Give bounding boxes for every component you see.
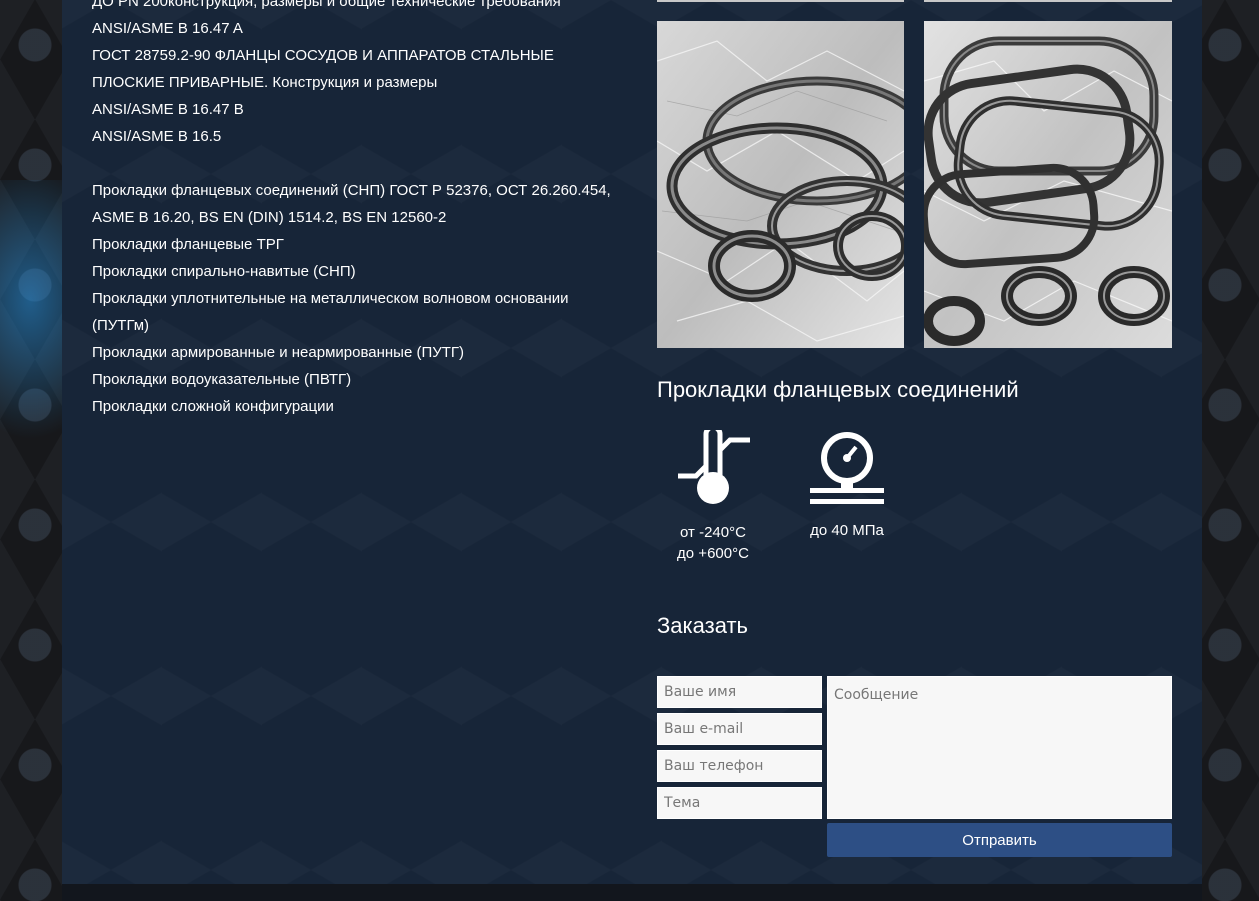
text-line: ANSI/ASME B 16.5 [92, 128, 222, 145]
email-field[interactable] [657, 713, 822, 745]
text-line: (ПУТГм) [92, 317, 150, 334]
message-field[interactable] [827, 676, 1172, 819]
footer-band [62, 884, 1202, 901]
phone-field[interactable] [657, 750, 822, 782]
temperature-min: от -240°C [680, 524, 746, 541]
specs-title: Прокладки фланцевых соединений [657, 377, 1019, 402]
submit-button[interactable]: Отправить [827, 823, 1172, 857]
image-edge [924, 0, 1172, 2]
text-line: Прокладки спирально-навитые (СНП) [92, 263, 356, 280]
image-edge [657, 0, 904, 2]
text-line: ПЛОСКИЕ ПРИВАРНЫЕ. Конструкция и размеры [92, 74, 438, 91]
temperature-max: до +600°C [677, 545, 749, 562]
text-line: Прокладки водоуказательные (ПВТГ) [92, 371, 352, 388]
text-line: Прокладки сложной конфигурации [92, 398, 334, 415]
order-title: Заказать [657, 613, 748, 638]
text-line: ГОСТ 28759.2-90 ФЛАНЦЫ СОСУДОВ И АППАРАТ… [92, 47, 554, 64]
shaped-gaskets-photo[interactable] [924, 21, 1172, 348]
temperature-range: от -240°C до +600°C [663, 522, 763, 564]
text-line: Прокладки армированные и неармированные … [92, 344, 465, 361]
standards-list: ДО PN 200конструкция, размеры и общие те… [92, 0, 632, 420]
text-line: Прокладки фланцевые ТРГ [92, 236, 284, 253]
text-line: Прокладки уплотнительные на металлическо… [92, 290, 569, 307]
text-line: ANSI/ASME B 16.47 B [92, 101, 244, 118]
text-line: ANSI/ASME B 16.47 A [92, 20, 243, 37]
round-gaskets-photo[interactable] [657, 21, 904, 348]
text-line: Прокладки фланцевых соединений (СНП) ГОС… [92, 182, 611, 199]
pressure-gauge-icon [808, 430, 886, 508]
thermometer-icon [676, 424, 752, 506]
text-line: ASME B 16.20, BS EN (DIN) 1514.2, BS EN … [92, 209, 447, 226]
subject-field[interactable] [657, 787, 822, 819]
text-line: ДО PN 200конструкция, размеры и общие те… [92, 0, 561, 10]
pressure-value: до 40 МПа [810, 522, 884, 539]
name-field[interactable] [657, 676, 822, 708]
